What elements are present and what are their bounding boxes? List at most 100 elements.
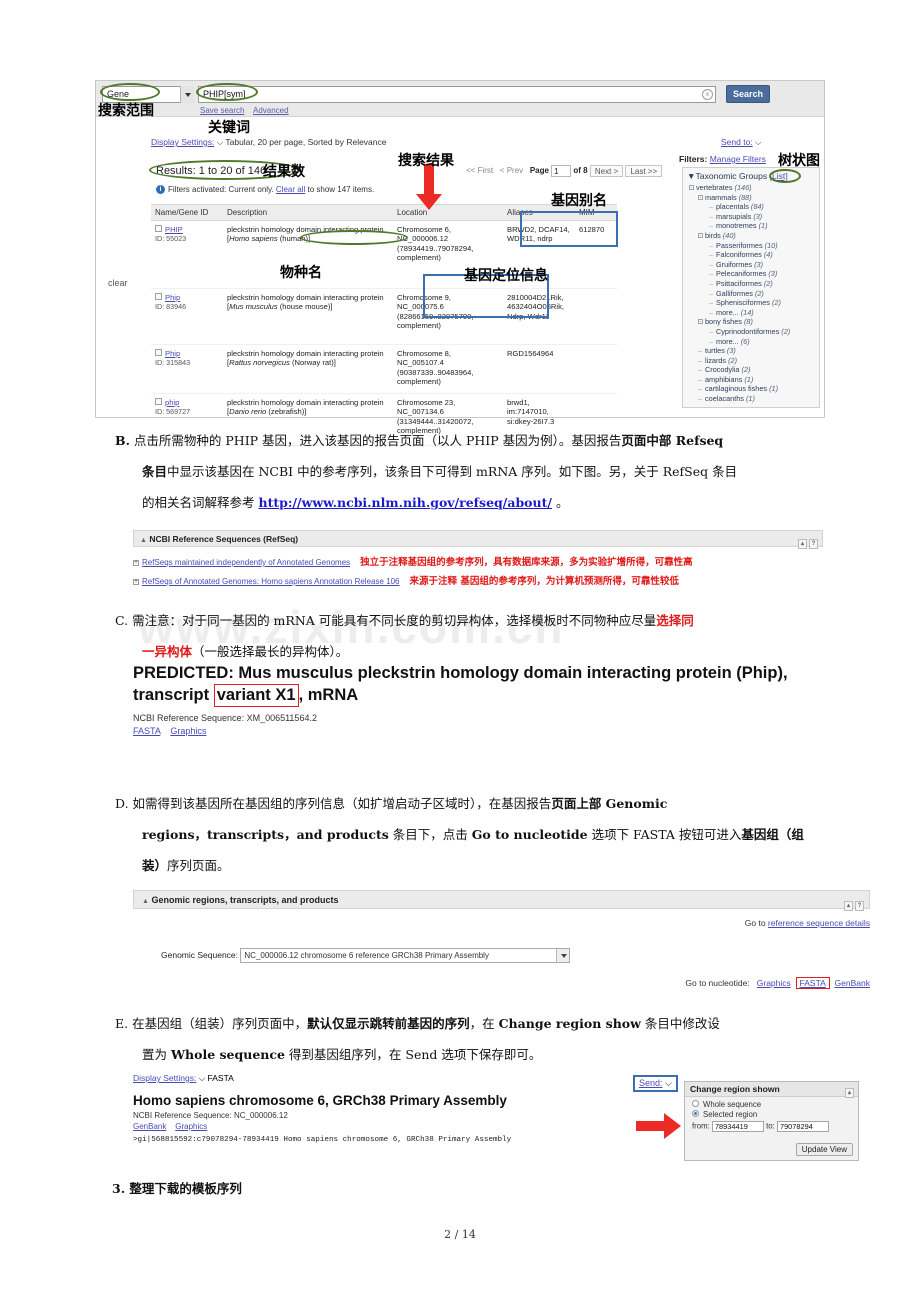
tree-dash-icon[interactable]: – — [709, 250, 714, 260]
taxonomic-tree-item[interactable]: - vertebrates (146) — [687, 183, 815, 193]
chevron-down-icon[interactable]: ⌵ — [217, 137, 223, 147]
tree-dash-icon[interactable]: – — [698, 356, 703, 366]
to-input[interactable]: 79078294 — [776, 1121, 829, 1132]
search-button[interactable]: Search — [726, 85, 770, 103]
taxonomic-tree-item[interactable]: – Passeriformes (10) — [687, 241, 815, 251]
panel-controls[interactable]: ▴? — [796, 534, 818, 550]
taxonomic-tree-item[interactable]: – coelacanths (1) — [687, 394, 815, 404]
taxonomic-tree-item[interactable]: – monotremes (1) — [687, 221, 815, 231]
gene-name-link[interactable]: Phip — [165, 349, 180, 358]
row-checkbox[interactable] — [155, 349, 162, 356]
genomic-panel-header[interactable]: ▲ Genomic regions, transcripts, and prod… — [133, 890, 870, 911]
taxonomic-tree-item[interactable]: – Falconiformes (4) — [687, 250, 815, 260]
tree-dash-icon[interactable]: – — [698, 365, 703, 375]
help-icon[interactable]: ? — [855, 901, 864, 911]
selected-region-option[interactable]: Selected region — [685, 1109, 858, 1119]
reference-sequence-details-link[interactable]: reference sequence details — [768, 918, 870, 928]
predicted-links[interactable]: FASTA Graphics — [133, 726, 833, 736]
chevron-down-icon[interactable] — [556, 949, 570, 962]
tree-dash-icon[interactable]: – — [709, 202, 714, 212]
chevron-down-icon[interactable]: ⌵ — [755, 137, 761, 147]
collapse-all-icon[interactable]: ▴ — [844, 901, 853, 911]
help-icon[interactable]: ? — [809, 539, 818, 549]
fasta-links[interactable]: GenBank Graphics — [133, 1122, 553, 1131]
search-input[interactable]: PHIP[sym] — [198, 86, 716, 103]
send-label[interactable]: Send: — [639, 1078, 663, 1088]
tree-dash-icon[interactable]: – — [698, 394, 703, 404]
tree-dash-icon[interactable]: – — [698, 346, 703, 356]
collapse-icon[interactable]: ▴ — [843, 1084, 854, 1098]
expand-box-icon[interactable]: - — [698, 319, 703, 325]
refseq-about-link[interactable]: http://www.ncbi.nlm.nih.gov/refseq/about… — [259, 495, 552, 510]
send-to-label[interactable]: Send to: — [721, 137, 753, 147]
taxonomic-tree-item[interactable]: – Crocodylia (2) — [687, 365, 815, 375]
whole-sequence-option[interactable]: Whole sequence — [685, 1097, 858, 1109]
tree-dash-icon[interactable]: – — [709, 212, 714, 222]
taxonomic-tree-item[interactable]: – Psittaciformes (2) — [687, 279, 815, 289]
expand-box-icon[interactable]: - — [689, 185, 694, 191]
clear-icon[interactable]: × — [702, 89, 713, 100]
expand-icon[interactable]: + — [133, 560, 139, 566]
taxonomic-tree-item[interactable]: – more... (6) — [687, 337, 815, 347]
nucleotide-fasta-link[interactable]: FASTA — [795, 977, 830, 989]
fasta-display-settings[interactable]: Display Settings: ⌵ FASTA — [133, 1073, 553, 1084]
taxonomic-tree-item[interactable]: – cartilaginous fishes (1) — [687, 384, 815, 394]
tree-dash-icon[interactable]: – — [709, 298, 714, 308]
chevron-down-icon[interactable]: ⌵ — [199, 1073, 205, 1083]
tree-dash-icon[interactable]: – — [698, 375, 703, 385]
taxonomic-tree-item[interactable]: – placentals (84) — [687, 202, 815, 212]
fasta-link[interactable]: FASTA — [133, 726, 160, 736]
display-settings-label[interactable]: Display Settings: — [133, 1073, 196, 1083]
gene-name-link[interactable]: Phip — [165, 293, 180, 302]
taxonomic-tree-item[interactable]: – Galliformes (2) — [687, 289, 815, 299]
triangle-down-icon[interactable]: ▼ — [687, 171, 696, 181]
refseq-annotated-link[interactable]: RefSeqs of Annotated Genomes: Homo sapie… — [142, 577, 400, 586]
pagination[interactable]: << First < Prev Page 1 of 8 Next > Last … — [466, 165, 663, 177]
tree-dash-icon[interactable]: – — [709, 269, 714, 279]
refseq-independent-link[interactable]: RefSeqs maintained independently of Anno… — [142, 558, 350, 567]
graphics-link[interactable]: Graphics — [170, 726, 206, 736]
clear-all-link[interactable]: Clear all — [276, 185, 305, 194]
gene-name-link[interactable]: phip — [165, 398, 179, 407]
chevron-down-icon[interactable] — [180, 86, 194, 103]
collapse-icon[interactable]: ▲ — [140, 537, 147, 544]
taxonomic-tree-item[interactable]: – turtles (3) — [687, 346, 815, 356]
tree-dash-icon[interactable]: – — [709, 260, 714, 270]
save-search-link[interactable]: Save search — [200, 106, 244, 115]
tree-dash-icon[interactable]: – — [709, 289, 714, 299]
taxonomic-tree-item[interactable]: – more... (14) — [687, 308, 815, 318]
display-settings-label[interactable]: Display Settings: — [151, 137, 214, 147]
refseq-panel-header[interactable]: ▲ NCBI Reference Sequences (RefSeq) ▴? — [133, 530, 823, 550]
manage-filters-link[interactable]: Manage Filters — [710, 154, 766, 164]
tree-dash-icon[interactable]: – — [698, 384, 703, 394]
taxonomic-tree-item[interactable]: - birds (40) — [687, 231, 815, 241]
next-page-button[interactable]: Next > — [589, 165, 624, 177]
taxonomic-tree-item[interactable]: – lizards (2) — [687, 356, 815, 366]
expand-box-icon[interactable]: - — [698, 232, 703, 238]
display-settings[interactable]: Display Settings: ⌵ Tabular, 20 per page… — [151, 137, 387, 148]
last-page-button[interactable]: Last >> — [625, 165, 663, 177]
genomic-sequence-select[interactable]: NC_000006.12 chromosome 6 reference GRCh… — [240, 948, 571, 963]
tree-dash-icon[interactable]: – — [709, 308, 714, 318]
collapse-icon[interactable]: ▲ — [142, 898, 149, 905]
from-input[interactable]: 78934419 — [711, 1121, 764, 1132]
expand-icon[interactable]: + — [133, 579, 139, 585]
row-checkbox[interactable] — [155, 397, 162, 405]
expand-box-icon[interactable]: - — [698, 194, 703, 200]
radio-icon-selected[interactable] — [692, 1110, 699, 1117]
taxonomic-tree-item[interactable]: – marsupials (3) — [687, 212, 815, 222]
nucleotide-graphics-link[interactable]: Graphics — [757, 978, 791, 988]
taxonomic-tree-item[interactable]: – Sphenisciformes (2) — [687, 298, 815, 308]
send-to[interactable]: Send to: ⌵ — [721, 137, 762, 148]
taxonomic-tree-item[interactable]: - mammals (88) — [687, 193, 815, 203]
first-page-button[interactable]: << First — [466, 166, 493, 175]
advanced-link[interactable]: Advanced — [253, 106, 289, 115]
tree-dash-icon[interactable]: – — [709, 241, 714, 251]
prev-page-button[interactable]: < Prev — [500, 166, 523, 175]
tree-dash-icon[interactable]: – — [709, 279, 714, 289]
chevron-down-icon[interactable]: ⌵ — [665, 1078, 672, 1088]
taxonomic-tree-item[interactable]: – Gruiformes (3) — [687, 260, 815, 270]
table-row[interactable]: Phip ID: 315843 pleckstrin homology doma… — [151, 344, 617, 394]
row-checkbox[interactable] — [155, 293, 162, 300]
tree-dash-icon[interactable]: – — [709, 327, 714, 337]
